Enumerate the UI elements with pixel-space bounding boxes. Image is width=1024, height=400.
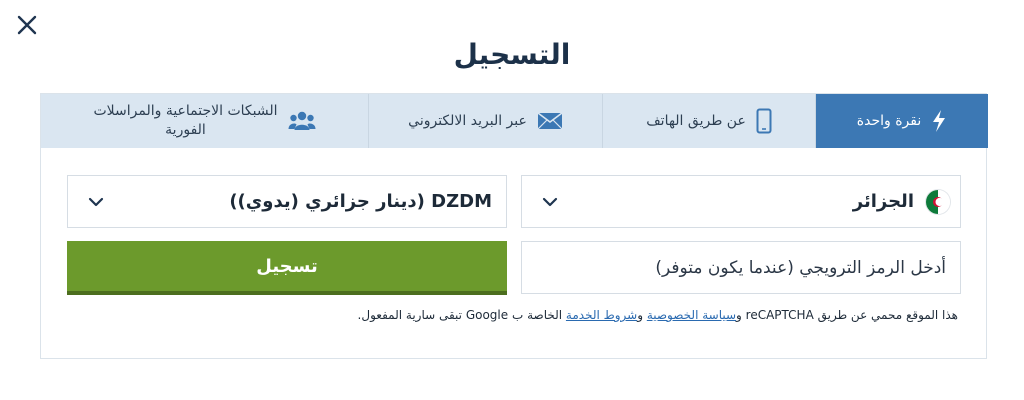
currency-select[interactable]: DZDM (دينار جزائري (يدوي)) (67, 175, 507, 228)
tab-social[interactable]: الشبكات الاجتماعية والمراسلات الفورية (41, 94, 369, 148)
recaptcha-text-2: و (637, 308, 647, 322)
close-button[interactable] (14, 12, 40, 38)
algeria-flag-icon (926, 189, 950, 214)
tab-label-line1: الشبكات الاجتماعية والمراسلات (93, 103, 278, 119)
tab-one-click[interactable]: نقرة واحدة (816, 94, 988, 148)
promo-code-input[interactable]: أدخل الرمز الترويجي (عندما يكون متوفر) (521, 241, 961, 294)
recaptcha-text-1: هذا الموقع محمي عن طريق reCAPTCHA و (736, 308, 958, 322)
phone-icon (756, 108, 772, 134)
tab-phone[interactable]: عن طريق الهاتف (603, 94, 816, 148)
close-icon (17, 15, 37, 35)
tab-label: عن طريق الهاتف (646, 113, 746, 129)
registration-panel: نقرة واحدة عن طريق الهاتف عبر البريد الا… (40, 93, 988, 359)
privacy-policy-link[interactable]: سياسة الخصوصية (647, 308, 736, 322)
currency-value: DZDM (دينار جزائري (يدوي)) (229, 191, 492, 212)
envelope-icon (537, 112, 563, 130)
lightning-icon (933, 110, 946, 132)
users-icon (288, 111, 316, 130)
tab-label: عبر البريد الالكتروني (408, 113, 527, 129)
promo-code-placeholder: أدخل الرمز الترويجي (عندما يكون متوفر) (655, 257, 946, 278)
country-value: الجزائر (852, 191, 914, 212)
recaptcha-notice: هذا الموقع محمي عن طريق reCAPTCHA وسياسة… (358, 308, 958, 322)
dialog-title: التسجيل (453, 38, 571, 71)
recaptcha-text-3: الخاصة ب Google تبقى سارية المفعول. (357, 308, 566, 322)
terms-of-service-link[interactable]: شروط الخدمة (566, 308, 637, 322)
chevron-down-icon (88, 197, 104, 207)
tab-label: نقرة واحدة (856, 113, 922, 129)
tab-label: الشبكات الاجتماعية والمراسلات الفورية (93, 102, 277, 140)
chevron-down-icon (542, 197, 558, 207)
tab-email[interactable]: عبر البريد الالكتروني (369, 94, 603, 148)
tab-label-line2: الفورية (165, 122, 206, 138)
country-select[interactable]: الجزائر (521, 175, 961, 228)
register-button[interactable]: تسجيل (67, 241, 507, 295)
registration-tabs: نقرة واحدة عن طريق الهاتف عبر البريد الا… (41, 94, 988, 148)
